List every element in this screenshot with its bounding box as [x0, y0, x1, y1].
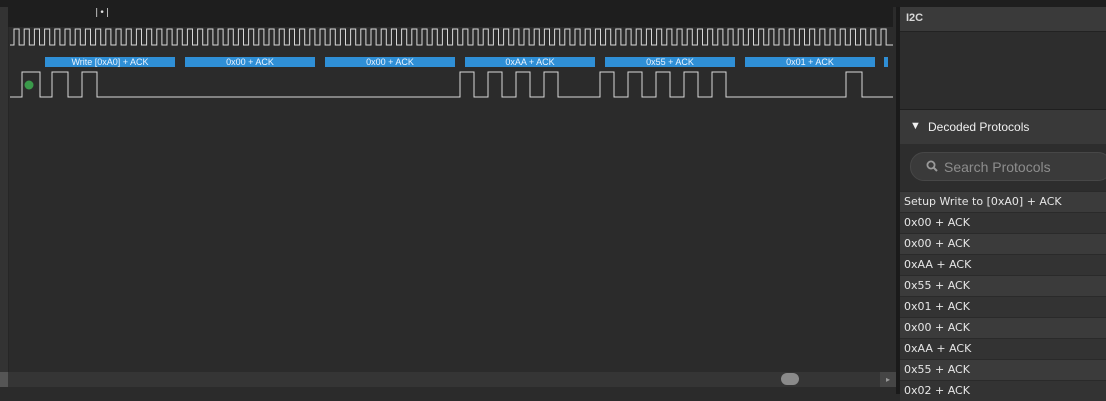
decoded-protocols-header[interactable]: ▼ Decoded Protocols	[900, 109, 1106, 145]
decoded-packet[interactable]: 0xAA + ACK	[465, 57, 595, 67]
top-bar	[0, 0, 1106, 7]
list-item[interactable]: 0xAA + ACK	[900, 338, 1106, 359]
decoded-packet[interactable]: Write [0xA0] + ACK	[45, 57, 175, 67]
list-item[interactable]: 0xAA + ACK	[900, 254, 1106, 275]
scroll-right-button[interactable]: ▸	[880, 372, 896, 387]
analyzer-title: I2C	[906, 12, 924, 24]
analyzer-settings-area	[900, 32, 1106, 110]
list-item[interactable]: 0x02 + ACK	[900, 380, 1106, 401]
collapse-arrow-icon[interactable]: ▼	[910, 120, 921, 132]
scroll-left-button[interactable]	[0, 372, 8, 387]
list-item[interactable]: 0x55 + ACK	[900, 359, 1106, 380]
horizontal-scrollbar[interactable]	[8, 372, 894, 387]
decoded-packet[interactable]: 0x00 + ACK	[325, 57, 455, 67]
list-item[interactable]: 0x00 + ACK	[900, 317, 1106, 338]
decoded-packet[interactable]: 0x55 + ACK	[605, 57, 735, 67]
list-item[interactable]: 0x00 + ACK	[900, 212, 1106, 233]
waveform-area[interactable]: |•| Write [0xA0] + ACK 0x00 + ACK 0x00 +…	[0, 7, 896, 379]
scrollbar-thumb[interactable]	[781, 373, 799, 385]
channel-marker-dot[interactable]	[24, 80, 34, 90]
search-input[interactable]	[942, 157, 1106, 177]
scl-trace	[10, 28, 893, 46]
decoded-protocols-title: Decoded Protocols	[928, 120, 1030, 134]
search-icon	[926, 160, 938, 172]
decoded-list: Setup Write to [0xA0] + ACK 0x00 + ACK 0…	[900, 191, 1106, 401]
sda-trace	[10, 71, 893, 98]
list-item[interactable]: 0x01 + ACK	[900, 296, 1106, 317]
list-item[interactable]: Setup Write to [0xA0] + ACK	[900, 191, 1106, 212]
search-box[interactable]	[910, 152, 1106, 181]
analyzer-header[interactable]: I2C	[900, 7, 1106, 32]
decoded-packet[interactable]: 0x00 + ACK	[185, 57, 315, 67]
decoded-packet[interactable]: 0x01 + ACK	[745, 57, 875, 67]
list-item[interactable]: 0x55 + ACK	[900, 275, 1106, 296]
list-item[interactable]: 0x00 + ACK	[900, 233, 1106, 254]
search-container	[900, 144, 1106, 189]
decoded-packet-partial[interactable]	[884, 57, 888, 67]
analyzer-panel: I2C ▼ Decoded Protocols Setup Write to […	[900, 7, 1106, 401]
